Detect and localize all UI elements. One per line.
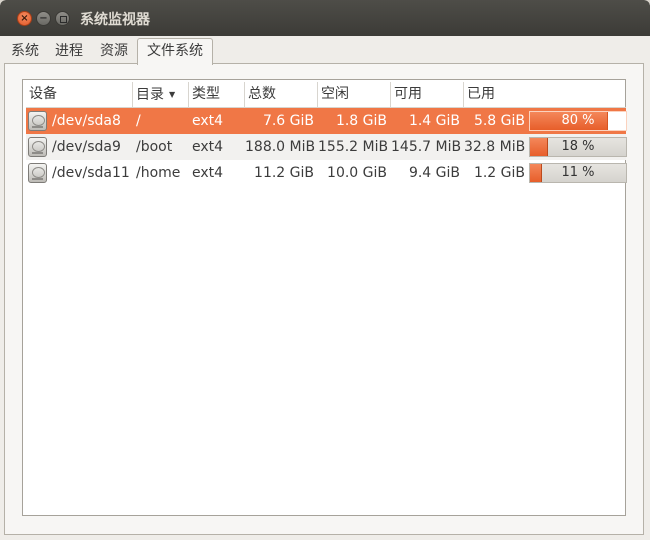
close-icon: × xyxy=(20,13,29,24)
total-cell: 7.6 GiB xyxy=(262,113,314,129)
available-cell: 145.7 MiB xyxy=(391,139,462,155)
column-header-type[interactable]: 类型 xyxy=(189,82,245,107)
close-window-button[interactable]: × xyxy=(17,11,32,26)
used-cell: 32.8 MiB xyxy=(464,139,526,155)
total-cell: 188.0 MiB xyxy=(245,139,316,155)
harddisk-icon xyxy=(28,137,47,157)
device-cell: /dev/sda9 xyxy=(52,139,121,155)
system-monitor-window: × − 系统监视器 系统 进程 资源 文件系统 设备 目录 ▼ 类型 总数 空闲 … xyxy=(0,0,650,540)
harddisk-icon xyxy=(28,111,47,131)
directory-cell: /home xyxy=(136,165,181,181)
free-cell: 1.8 GiB xyxy=(335,113,387,129)
usage-bar: 18 % xyxy=(529,137,627,157)
available-cell: 1.4 GiB xyxy=(408,113,460,129)
available-cell: 9.4 GiB xyxy=(408,165,460,181)
title-bar[interactable]: × − 系统监视器 xyxy=(0,0,650,36)
tab-bar: 系统 进程 资源 文件系统 xyxy=(4,38,644,65)
tab-resources[interactable]: 资源 xyxy=(93,39,135,63)
used-cell: 1.2 GiB xyxy=(473,165,525,181)
usage-bar: 11 % xyxy=(529,163,627,183)
type-cell: ext4 xyxy=(192,165,224,181)
column-header-directory[interactable]: 目录 ▼ xyxy=(133,82,189,107)
column-header-device[interactable]: 设备 xyxy=(26,82,133,107)
device-cell: /dev/sda11 xyxy=(52,165,130,181)
used-cell: 5.8 GiB xyxy=(473,113,525,129)
column-header-available[interactable]: 可用 xyxy=(391,82,464,107)
window-title: 系统监视器 xyxy=(80,12,150,28)
free-cell: 10.0 GiB xyxy=(327,165,387,181)
total-cell: 11.2 GiB xyxy=(254,165,314,181)
column-header-free[interactable]: 空闲 xyxy=(318,82,391,107)
directory-cell: / xyxy=(136,113,141,129)
type-cell: ext4 xyxy=(192,139,224,155)
table-row[interactable]: /dev/sda8 / ext4 7.6 GiB 1.8 GiB 1.4 GiB… xyxy=(26,108,627,134)
column-header-used[interactable]: 已用 xyxy=(464,82,626,107)
maximize-window-button[interactable] xyxy=(55,11,70,26)
maximize-icon xyxy=(60,16,67,23)
file-systems-panel: 设备 目录 ▼ 类型 总数 空闲 可用 已用 /dev/sda8 / ext4 7… xyxy=(4,63,644,535)
device-cell: /dev/sda8 xyxy=(52,113,121,129)
usage-percent: 18 % xyxy=(561,139,595,154)
tab-file-systems[interactable]: 文件系统 xyxy=(137,38,213,65)
file-systems-table[interactable]: 设备 目录 ▼ 类型 总数 空闲 可用 已用 /dev/sda8 / ext4 7… xyxy=(22,79,627,516)
table-row[interactable]: /dev/sda9 /boot ext4 188.0 MiB 155.2 MiB… xyxy=(26,134,627,160)
tab-system[interactable]: 系统 xyxy=(4,39,46,63)
sort-descending-icon: ▼ xyxy=(169,90,176,99)
minimize-window-button[interactable]: − xyxy=(36,11,51,26)
tab-processes[interactable]: 进程 xyxy=(48,39,90,63)
usage-percent: 80 % xyxy=(561,113,595,128)
minimize-icon: − xyxy=(39,13,48,24)
type-cell: ext4 xyxy=(192,113,224,129)
table-header: 设备 目录 ▼ 类型 总数 空闲 可用 已用 xyxy=(26,82,626,108)
directory-cell: /boot xyxy=(136,139,173,155)
harddisk-icon xyxy=(28,163,47,183)
usage-percent: 11 % xyxy=(561,165,595,180)
column-header-total[interactable]: 总数 xyxy=(245,82,318,107)
table-row[interactable]: /dev/sda11 /home ext4 11.2 GiB 10.0 GiB … xyxy=(26,160,627,186)
free-cell: 155.2 MiB xyxy=(318,139,389,155)
usage-bar: 80 % xyxy=(529,111,627,131)
